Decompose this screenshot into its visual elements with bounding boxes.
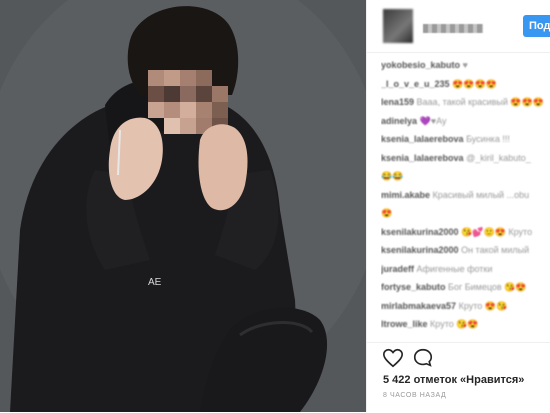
comment-text: ♥: [462, 60, 468, 70]
comment-item: mimi.akabe Красивый милый ...obu: [381, 190, 550, 201]
comment-text: 😘💕🙂😍 Круто: [461, 227, 533, 237]
svg-text:AE: AE: [148, 277, 162, 288]
post-actions: 5 422 отметок «Нравится» 8 ЧАСОВ НАЗАД: [367, 342, 550, 413]
likes-count[interactable]: 5 422 отметок «Нравится»: [383, 374, 524, 386]
comment-item: fortyse_kabuto Бог Бимецов 😘😍: [381, 282, 550, 293]
comment-text: Круто 😍😘: [458, 301, 508, 311]
username-link[interactable]: username: [423, 24, 483, 33]
comment-item: mirlabmakaeva57 Круто 😍😘: [381, 301, 550, 312]
comment-username[interactable]: yokobesio_kabuto: [381, 60, 460, 70]
comment-text: 💜♥Ау: [419, 116, 447, 126]
comment-username[interactable]: adinelya: [381, 116, 417, 126]
comment-item: ksenia_lalaerebova Бусинка !!!: [381, 134, 550, 145]
comment-text: Бог Бимецов 😘😍: [448, 282, 527, 292]
comment-item: juradeff Афигенные фотки: [381, 264, 550, 275]
comment-text: @_kiril_kabuto_: [466, 153, 531, 163]
comment-username[interactable]: _l_o_v_e_u_235: [381, 79, 450, 89]
comment-text: 😍: [381, 208, 393, 218]
post-header: username Подп: [367, 0, 550, 53]
comment-username[interactable]: juradeff: [381, 264, 414, 274]
follow-button[interactable]: Подп: [523, 15, 550, 37]
comment-username[interactable]: ksenilakurina2000: [381, 227, 459, 237]
comment-username[interactable]: fortyse_kabuto: [381, 282, 446, 292]
comment-username[interactable]: ksenia_lalaerebova: [381, 153, 464, 163]
avatar[interactable]: [383, 9, 413, 43]
comment-item: 😍: [381, 208, 550, 219]
speech-bubble-icon[interactable]: [412, 347, 434, 369]
comments-list: yokobesio_kabuto ♥ _l_o_v_e_u_235 😍😍😍😍 len…: [381, 60, 550, 342]
comment-text: Вааа, такой красивый 😍😍😍: [416, 97, 545, 107]
comment-item: ksenilakurina2000 Он такой милый: [381, 245, 550, 256]
comment-username[interactable]: mimi.akabe: [381, 190, 430, 200]
comment-item: ltrowe_like Круто 😘😍: [381, 319, 550, 330]
comment-item: adinelya 💜♥Ау: [381, 116, 550, 127]
comment-text: Бусинка !!!: [466, 134, 510, 144]
comment-text: 😂😂: [381, 171, 404, 181]
post-side-panel: username Подп yokobesio_kabuto ♥ _l_o_v_e…: [366, 0, 550, 412]
heart-outline-icon[interactable]: [382, 347, 404, 369]
comment-item: ksenia_lalaerebova @_kiril_kabuto_: [381, 153, 550, 164]
comment-text: 😍😍😍😍: [452, 79, 497, 89]
comment-username[interactable]: ksenilakurina2000: [381, 245, 459, 255]
comment-text: Красивый милый ...obu: [432, 190, 530, 200]
comment-username[interactable]: mirlabmakaeva57: [381, 301, 456, 311]
comment-username[interactable]: lena159: [381, 97, 414, 107]
comment-item: 😂😂: [381, 171, 550, 182]
comment-text: Афигенные фотки: [416, 264, 493, 274]
comment-item: lena159 Вааа, такой красивый 😍😍😍: [381, 97, 550, 108]
comment-text: Круто 😘😍: [430, 319, 479, 329]
comment-text: Он такой милый: [461, 245, 530, 255]
comment-username[interactable]: ksenia_lalaerebova: [381, 134, 464, 144]
comment-item: yokobesio_kabuto ♥: [381, 60, 550, 71]
comment-item: _l_o_v_e_u_235 😍😍😍😍: [381, 79, 550, 90]
comment-username[interactable]: ltrowe_like: [381, 319, 428, 329]
photo-illustration: AE: [0, 0, 366, 412]
post-timestamp: 8 ЧАСОВ НАЗАД: [383, 392, 447, 399]
comment-item: ksenilakurina2000 😘💕🙂😍 Круто: [381, 227, 550, 238]
post-photo[interactable]: AE: [0, 0, 366, 412]
